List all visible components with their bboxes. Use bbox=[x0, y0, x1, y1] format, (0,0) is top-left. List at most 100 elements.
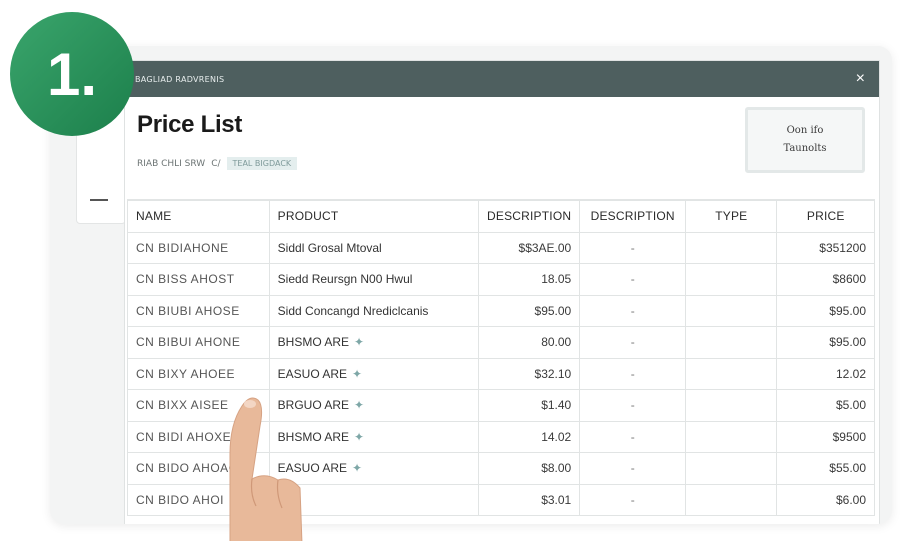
cell-name-text: CN BIBUI AHONE bbox=[136, 335, 241, 350]
cell-description-2-text: - bbox=[630, 240, 635, 255]
link-icon[interactable]: ✦ bbox=[352, 461, 362, 475]
cell-description: $1.40 bbox=[478, 389, 581, 422]
cell-name: CN BIDO AHOAC bbox=[127, 452, 270, 485]
table-row[interactable]: CN BIDO AHOAC EASUO ARE ✦ $8.00 - $55.00 bbox=[127, 452, 875, 485]
cell-description-2: - bbox=[579, 420, 687, 453]
cell-description: 80.00 bbox=[478, 326, 581, 359]
cell-type bbox=[685, 326, 778, 359]
cell-description-text: 18.05 bbox=[541, 272, 572, 287]
link-icon[interactable]: ✦ bbox=[354, 335, 364, 349]
cell-description: 18.05 bbox=[478, 263, 581, 296]
cell-product: BHSMO ARE ✦ bbox=[268, 420, 480, 453]
cell-description-text: $$3AE.00 bbox=[518, 240, 572, 255]
cell-description-2: - bbox=[579, 389, 687, 422]
cell-description-text: 80.00 bbox=[541, 335, 572, 350]
header-action-line1: Oon ifo bbox=[786, 125, 824, 136]
cell-description-2: - bbox=[579, 357, 687, 390]
cell-price: $6.00 bbox=[776, 483, 875, 516]
column-header-price[interactable]: PRICE bbox=[776, 200, 875, 233]
cell-product-text: BHSMO ARE bbox=[277, 429, 350, 444]
subline: RIAB CHLI SRW C/ TEAL BIGDACK bbox=[137, 157, 298, 170]
cell-description-text: $3.01 bbox=[541, 492, 572, 507]
price-table: NAME PRODUCT DESCRIPTION DESCRIPTION TYP… bbox=[127, 200, 875, 516]
cell-name: CN BIUBI AHOSE bbox=[127, 294, 270, 327]
cell-product-text: EASUO ARE bbox=[277, 461, 348, 476]
cell-price: $95.00 bbox=[776, 294, 875, 327]
cell-description-2-text: - bbox=[630, 492, 635, 507]
table-row[interactable]: CN BIDI AHOXE BHSMO ARE ✦ 14.02 - $9500 bbox=[127, 420, 875, 453]
table-row[interactable]: CN BIDO AHOI K $3.01 - $6.00 bbox=[127, 483, 875, 516]
cell-name-text: CN BIDO AHOI bbox=[136, 492, 225, 507]
table-row[interactable]: CN BIUBI AHOSE Sidd Concangd Nrediclcanis… bbox=[127, 294, 875, 327]
cell-description-text: $32.10 bbox=[534, 366, 572, 381]
column-header-name[interactable]: NAME bbox=[127, 200, 270, 233]
table-body: CN BIDIAHONE Siddl Grosal Mtoval $$3AE.00 -… bbox=[127, 231, 875, 516]
table-row[interactable]: CN BIXY AHOEE EASUO ARE ✦ $32.10 - 12.02 bbox=[127, 357, 875, 390]
cell-description-2: - bbox=[579, 231, 687, 264]
cell-description: $8.00 bbox=[478, 452, 581, 485]
cell-name: CN BIXY AHOEE bbox=[127, 357, 270, 390]
table-row[interactable]: CN BIBUI AHONE BHSMO ARE ✦ 80.00 - $95.00 bbox=[127, 326, 875, 359]
column-header-description[interactable]: DESCRIPTION bbox=[478, 200, 581, 233]
cell-description: $3.01 bbox=[478, 483, 581, 516]
cell-type bbox=[685, 483, 778, 516]
cell-name-text: CN BIDIAHONE bbox=[136, 240, 229, 255]
cell-product: BHSMO ARE ✦ bbox=[268, 326, 480, 359]
link-icon[interactable]: ✦ bbox=[354, 398, 364, 412]
link-icon[interactable]: ✦ bbox=[354, 430, 364, 444]
screenshot-card: BAGLIAD RADVRENIS × Price List RIAB CHLI… bbox=[50, 46, 892, 524]
cell-description-2: - bbox=[579, 294, 687, 327]
link-icon[interactable]: ✦ bbox=[352, 367, 362, 381]
cell-name: CN BIBUI AHONE bbox=[127, 326, 270, 359]
subline-separator: C/ bbox=[211, 158, 221, 169]
cell-product: Sidd Concangd Nrediclcanis bbox=[268, 294, 480, 327]
cell-price: $351200 bbox=[776, 231, 875, 264]
cell-name-text: CN BIXX AISEE bbox=[136, 398, 229, 413]
cell-price-text: $55.00 bbox=[829, 461, 866, 476]
cell-description: $$3AE.00 bbox=[478, 231, 581, 264]
cell-name-text: CN BIDI AHOXE bbox=[136, 429, 232, 444]
cell-price-text: $95.00 bbox=[829, 335, 866, 350]
cell-name-text: CN BIXY AHOEE bbox=[136, 366, 235, 381]
cell-description-text: 14.02 bbox=[541, 429, 572, 444]
price-list-window: BAGLIAD RADVRENIS × Price List RIAB CHLI… bbox=[124, 60, 880, 524]
cell-description-text: $95.00 bbox=[534, 303, 572, 318]
cell-description-2: - bbox=[579, 452, 687, 485]
table-row[interactable]: CN BIDIAHONE Siddl Grosal Mtoval $$3AE.00 -… bbox=[127, 231, 875, 264]
cell-description-2-text: - bbox=[630, 335, 635, 350]
cell-product-text: EASUO ARE bbox=[277, 366, 348, 381]
cell-description-2: - bbox=[579, 326, 687, 359]
cell-price: $95.00 bbox=[776, 326, 875, 359]
cell-product-text: Siedd Reursgn N00 Hwul bbox=[277, 272, 413, 287]
cell-price: $9500 bbox=[776, 420, 875, 453]
cell-description-2: - bbox=[579, 263, 687, 296]
cell-price-text: $8600 bbox=[832, 272, 866, 287]
price-table-container: NAME PRODUCT DESCRIPTION DESCRIPTION TYP… bbox=[127, 199, 875, 524]
subline-text: RIAB CHLI SRW bbox=[137, 158, 206, 169]
cell-description-text: $8.00 bbox=[541, 461, 572, 476]
cell-name-text: CN BISS AHOST bbox=[136, 272, 235, 287]
column-header-type[interactable]: TYPE bbox=[685, 200, 778, 233]
close-icon[interactable]: × bbox=[856, 71, 865, 87]
cell-product-text: BHSMO ARE bbox=[277, 335, 350, 350]
cell-description-2-text: - bbox=[630, 272, 635, 287]
table-row[interactable]: CN BISS AHOST Siedd Reursgn N00 Hwul 18.05… bbox=[127, 263, 875, 296]
cell-price: $8600 bbox=[776, 263, 875, 296]
cell-description-2: - bbox=[579, 483, 687, 516]
cell-description-2-text: - bbox=[630, 461, 635, 476]
cell-type bbox=[685, 294, 778, 327]
cell-product: EASUO ARE ✦ bbox=[268, 452, 480, 485]
table-row[interactable]: CN BIXX AISEE BRGUO ARE ✦ $1.40 - $5.00 bbox=[127, 389, 875, 422]
cell-description-2-text: - bbox=[630, 429, 635, 444]
minus-icon[interactable] bbox=[90, 199, 108, 201]
column-header-description-2[interactable]: DESCRIPTION bbox=[579, 200, 687, 233]
column-header-product[interactable]: PRODUCT bbox=[268, 200, 480, 233]
step-badge: 1. bbox=[10, 12, 134, 136]
subline-tag[interactable]: TEAL BIGDACK bbox=[226, 157, 298, 170]
window-title: BAGLIAD RADVRENIS bbox=[135, 74, 225, 84]
cell-name: CN BIDIAHONE bbox=[127, 231, 270, 264]
cell-description-2-text: - bbox=[630, 303, 635, 318]
window-titlebar: BAGLIAD RADVRENIS × bbox=[125, 61, 879, 97]
header-action-button[interactable]: Oon ifo Taunolts bbox=[745, 107, 865, 173]
cell-product: BRGUO ARE ✦ bbox=[268, 389, 480, 422]
